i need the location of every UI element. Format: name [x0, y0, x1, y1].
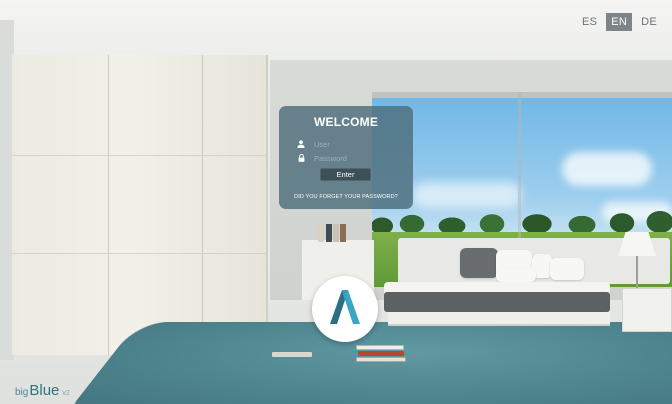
book: [340, 224, 346, 242]
logo-badge: [312, 276, 378, 342]
pillow: [496, 268, 536, 282]
language-en[interactable]: EN: [606, 13, 633, 31]
rug: [71, 322, 672, 404]
wardrobe: [12, 55, 268, 355]
book: [356, 357, 406, 362]
book: [333, 224, 339, 242]
user-row: [296, 138, 406, 150]
book: [318, 224, 324, 242]
password-input[interactable]: [314, 152, 404, 164]
book: [356, 345, 404, 350]
brand-prefix: big: [15, 387, 29, 398]
cloud: [412, 182, 522, 208]
password-row: [296, 152, 406, 164]
lamp-stem: [636, 256, 638, 288]
a-logo-icon: [330, 289, 360, 329]
bed-base: [388, 312, 610, 326]
login-title: WELCOME: [313, 115, 379, 129]
book: [272, 352, 312, 357]
cloud: [562, 152, 652, 186]
forgot-password-link[interactable]: DID YOU FORGET YOUR PASSWORD?: [279, 194, 413, 200]
book: [326, 224, 332, 242]
wardrobe-door-line: [108, 55, 109, 355]
login-panel: WELCOME Enter DID YOU FORGET YOUR PASSWO…: [279, 106, 413, 209]
pillow: [460, 248, 498, 278]
bed-blanket: [384, 292, 610, 312]
wardrobe-panel-line: [12, 155, 268, 156]
user-input[interactable]: [314, 138, 404, 150]
wardrobe-panel-line: [12, 253, 268, 254]
brand-logo: big Blue v2: [15, 382, 70, 399]
lock-icon: [296, 153, 306, 163]
language-switcher: ES EN DE: [577, 13, 662, 31]
brand-name: Blue: [29, 382, 60, 399]
enter-button[interactable]: Enter: [320, 168, 371, 181]
brand-version: v2: [62, 390, 70, 397]
wardrobe-door-line: [202, 55, 203, 355]
user-icon: [296, 139, 306, 149]
book: [358, 351, 404, 356]
window-frame: [372, 92, 672, 98]
language-de[interactable]: DE: [636, 13, 662, 31]
nightstand: [622, 288, 672, 332]
language-es[interactable]: ES: [577, 13, 602, 31]
pillow: [550, 258, 584, 280]
